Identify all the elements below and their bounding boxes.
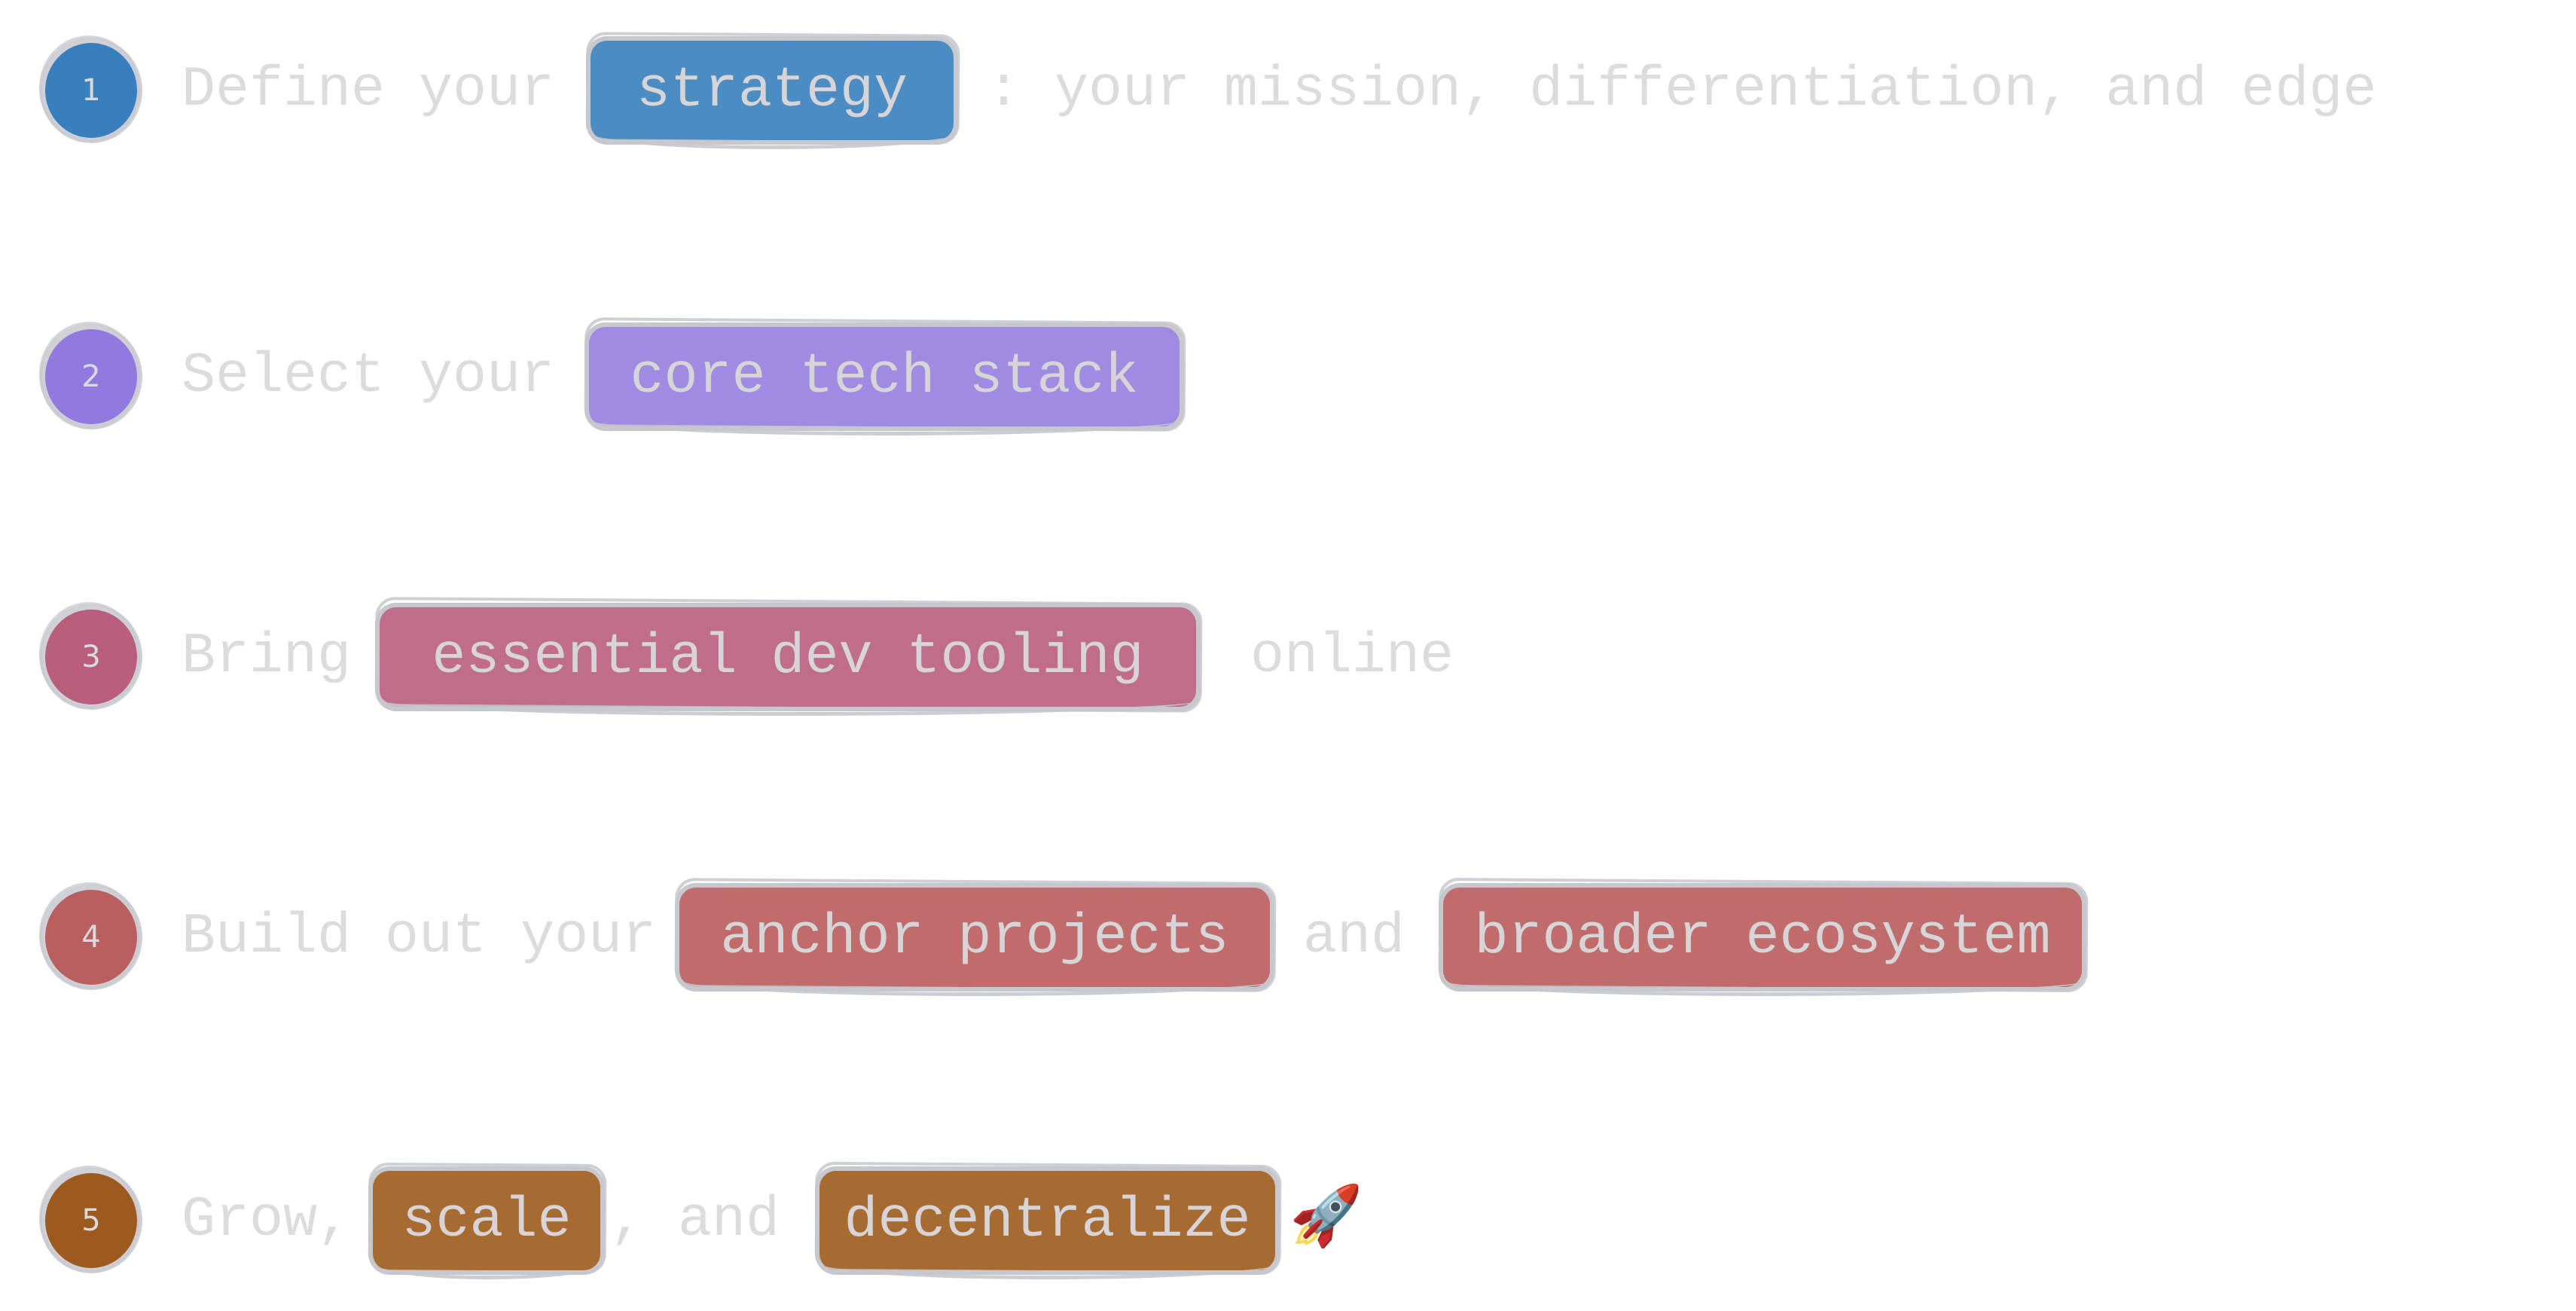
step-5: 5 Grow, scale , and decentralize 🚀 [0,1160,2576,1281]
step-prefix-text: Select your [182,344,555,408]
rocket-icon: 🚀 [1290,1187,1363,1254]
step-number-badge: 2 [45,329,137,424]
highlight-broader-ecosystem: broader ecosystem [1443,888,2083,996]
step-2: 2 Select your core tech stack [0,316,2576,437]
step-4: 4 Build out your anchor projects and bro… [0,877,2576,998]
step-number-badge: 1 [45,43,137,138]
highlight-decentralize: decentralize [819,1171,1277,1279]
step-prefix-text: Bring [182,625,352,689]
step-connector-text: and [1303,905,1406,969]
highlight-scale: scale [373,1171,602,1279]
step-connector-text: , and [610,1188,780,1252]
step-3: 3 Bring essential dev tooling online [0,597,2576,717]
highlight-core-tech-stack: core tech stack [589,327,1181,435]
highlight-strategy: strategy [591,41,955,149]
step-suffix-text: : your mission, differentiation, and edg… [987,58,2377,122]
step-prefix-text: Grow, [182,1188,352,1252]
step-number-badge: 4 [45,890,137,985]
highlight-anchor-projects: anchor projects [679,888,1271,996]
highlight-essential-dev-tooling: essential dev tooling [380,607,1198,716]
step-prefix-text: Define your [182,58,555,122]
step-suffix-text: online [1250,625,1454,689]
step-number-badge: 5 [45,1173,137,1268]
step-prefix-text: Build out your [182,905,657,969]
step-number-badge: 3 [45,610,137,704]
step-1: 1 Define your strategy : your mission, d… [0,30,2576,151]
